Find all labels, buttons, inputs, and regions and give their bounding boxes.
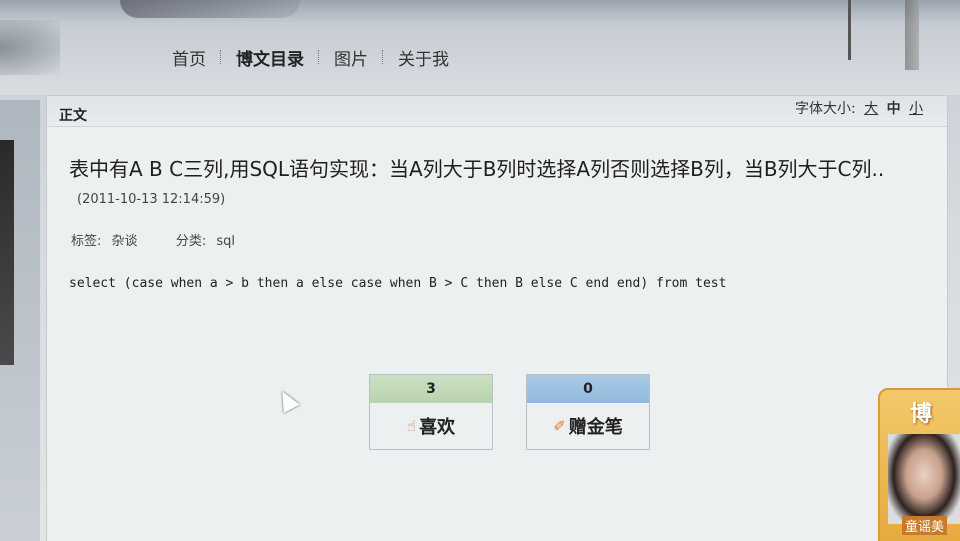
nav-item-blog-directory[interactable]: 博文目录 (232, 45, 308, 70)
tags-label: 标签: (71, 234, 102, 249)
nav-separator (318, 50, 320, 64)
like-count: 3 (370, 375, 492, 403)
banner-decoration (120, 0, 300, 18)
category-link[interactable]: sql (216, 234, 235, 249)
banner-decoration-pole (848, 0, 851, 60)
banner-decoration-pole-2 (905, 0, 919, 70)
banner-decoration-left (0, 20, 60, 75)
font-size-small-link[interactable]: 小 (909, 101, 923, 117)
panel-header-label: 正文 (59, 108, 87, 124)
tag-link[interactable]: 杂谈 (112, 234, 138, 249)
ad-portrait-image (888, 434, 960, 524)
font-size-large-link[interactable]: 大 (864, 101, 878, 117)
like-button[interactable]: ☝ 喜欢 (370, 403, 492, 449)
like-label: 喜欢 (419, 417, 456, 438)
nav-item-home[interactable]: 首页 (168, 45, 210, 70)
gold-pen-button[interactable]: ✐ 赠金笔 (527, 403, 649, 449)
left-sidebar-image (0, 140, 14, 365)
article-panel: 正文 字体大小: 大 中 小 表中有A B C三列,用SQL语句实现：当A列大于… (46, 95, 948, 541)
blog-banner: 首页 博文目录 图片 关于我 (0, 0, 960, 95)
like-box: 3 ☝ 喜欢 (369, 374, 493, 450)
gold-pen-label: 赠金笔 (568, 417, 623, 438)
gold-pen-box: 0 ✐ 赠金笔 (526, 374, 650, 450)
article-date: (2011-10-13 12:14:59) (77, 192, 226, 207)
thumbs-up-icon: ☝ (406, 417, 417, 435)
article-meta: 标签: 杂谈 分类: sql (71, 230, 241, 249)
font-size-label: 字体大小: (795, 101, 856, 117)
article-title-block: 表中有A B C三列,用SQL语句实现：当A列大于B列时选择A列否则选择B列，当… (69, 156, 929, 213)
font-size-medium-link[interactable]: 中 (887, 101, 901, 117)
article-title: 表中有A B C三列,用SQL语句实现：当A列大于B列时选择A列否则选择B列，当… (69, 157, 885, 181)
nav-separator (382, 50, 384, 64)
nav-separator (220, 50, 222, 64)
gold-pen-count: 0 (527, 375, 649, 403)
category-label: 分类: (175, 234, 207, 249)
blog-ad-widget[interactable]: 博 童谣美 (878, 388, 960, 541)
ad-title: 博 (910, 402, 933, 427)
blog-nav: 首页 博文目录 图片 关于我 (168, 45, 453, 70)
article-body-sql: select (case when a > b then a else case… (69, 276, 727, 291)
pen-icon: ✐ (553, 417, 566, 435)
font-size-control: 字体大小: 大 中 小 (795, 98, 923, 118)
nav-item-about[interactable]: 关于我 (394, 45, 453, 70)
nav-item-images[interactable]: 图片 (330, 45, 372, 70)
ad-caption: 童谣美 (902, 516, 948, 535)
panel-header: 正文 字体大小: 大 中 小 (47, 96, 947, 127)
